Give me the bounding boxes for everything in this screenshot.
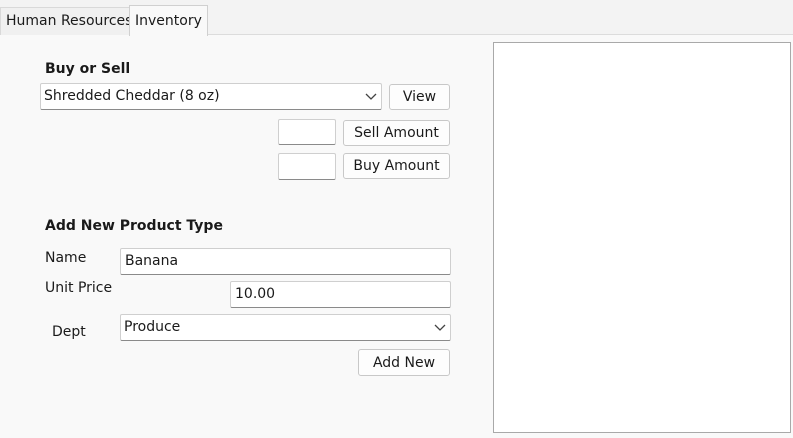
chevron-down-icon [365, 93, 377, 100]
add-product-heading: Add New Product Type [45, 218, 223, 234]
tab-inventory[interactable]: Inventory [129, 5, 208, 36]
unit-price-label: Unit Price [45, 280, 113, 296]
name-label: Name [45, 250, 87, 266]
tab-label: Inventory [135, 13, 202, 29]
view-button[interactable]: View [389, 84, 450, 110]
unit-price-input[interactable]: 10.00 [230, 281, 451, 308]
tab-label: Human Resources [6, 13, 133, 29]
dept-label: Dept [52, 324, 86, 340]
chevron-down-icon [434, 324, 446, 331]
buy-amount-button[interactable]: Buy Amount [343, 153, 450, 179]
product-select[interactable]: Shredded Cheddar (8 oz) [40, 83, 382, 110]
sell-amount-button[interactable]: Sell Amount [343, 120, 450, 146]
add-new-button[interactable]: Add New [358, 349, 450, 376]
sell-amount-input[interactable] [278, 119, 336, 145]
display-panel [493, 42, 791, 433]
product-select-value: Shredded Cheddar (8 oz) [44, 88, 220, 104]
buy-amount-input[interactable] [278, 153, 336, 180]
tab-human-resources[interactable]: Human Resources [0, 7, 139, 35]
dept-select-value: Produce [124, 319, 181, 335]
buy-sell-heading: Buy or Sell [45, 61, 131, 77]
name-input[interactable]: Banana [120, 248, 451, 275]
dept-select[interactable]: Produce [120, 314, 451, 341]
